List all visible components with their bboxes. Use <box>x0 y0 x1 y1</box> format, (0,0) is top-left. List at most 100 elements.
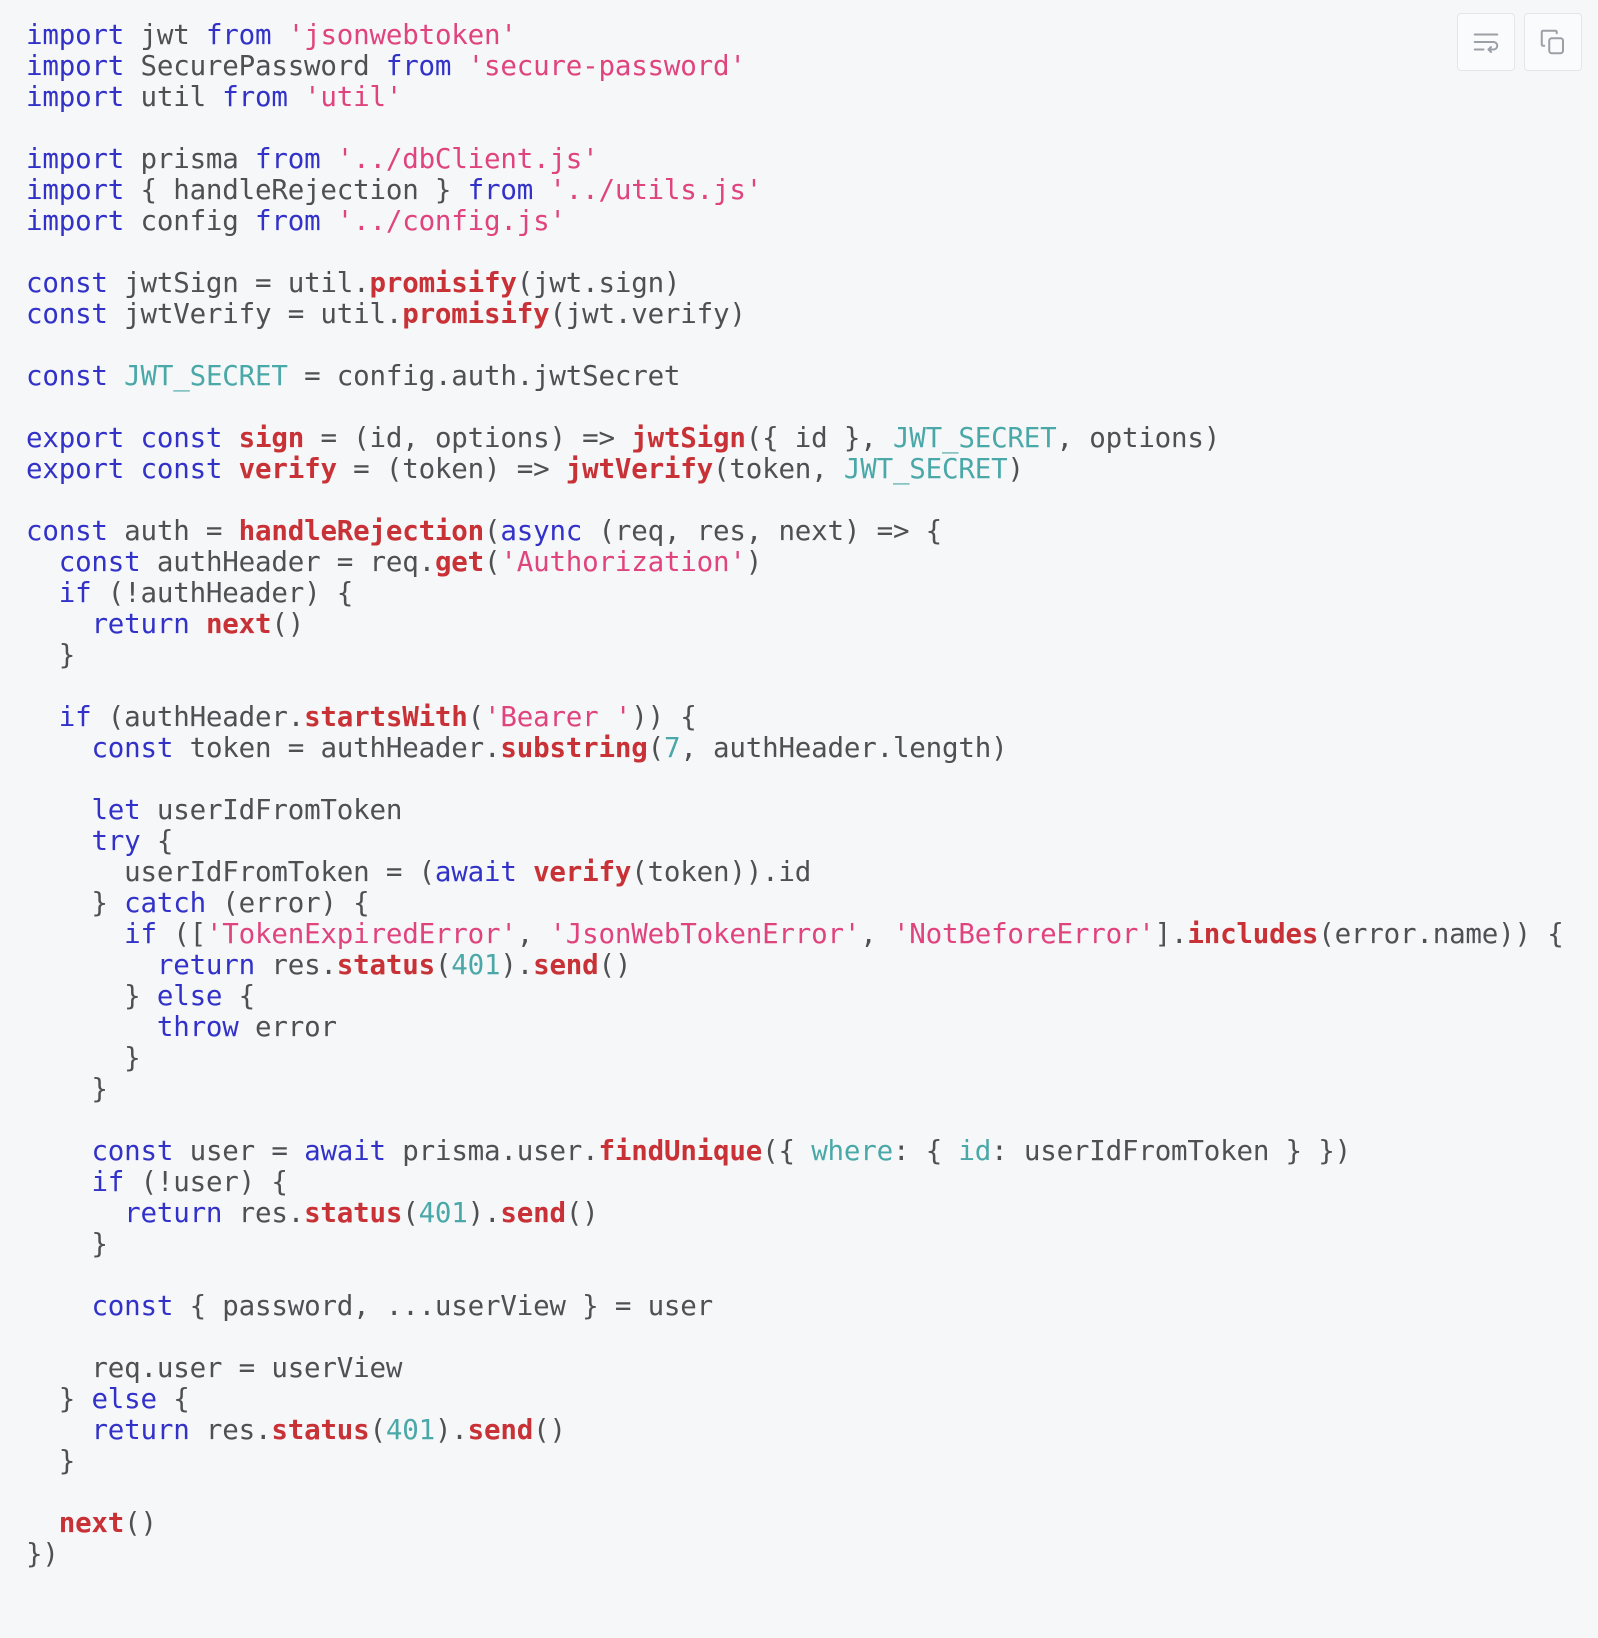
code-line: export const verify = (token) => jwtVeri… <box>26 454 1598 485</box>
code-content[interactable]: import jwt from 'jsonwebtoken' import Sec… <box>0 0 1598 1570</box>
code-token: jwtSign = util. <box>107 267 370 299</box>
code-token: jwtVerify = util. <box>107 298 403 330</box>
code-token: const <box>140 453 223 485</box>
code-token: startsWith <box>304 701 468 733</box>
code-token: jwtVerify <box>565 453 714 485</box>
code-line: const token = authHeader.substring(7, au… <box>26 733 1598 764</box>
code-token: }) <box>26 1538 59 1570</box>
toggle-word-wrap-button[interactable] <box>1457 13 1515 71</box>
code-token: ( <box>484 515 501 547</box>
code-token: (token)).id <box>631 856 812 888</box>
code-token: } <box>26 980 157 1012</box>
code-token: return <box>91 1414 190 1446</box>
code-token: : { <box>892 1135 959 1167</box>
code-token: { handleRejection } <box>124 174 468 206</box>
code-token: const <box>26 267 108 299</box>
code-token: } <box>26 1228 108 1260</box>
code-line: import jwt from 'jsonwebtoken' <box>26 20 1598 51</box>
code-token: ) <box>1007 453 1024 485</box>
source-code[interactable]: import jwt from 'jsonwebtoken' import Sec… <box>26 20 1598 1570</box>
code-line: const user = await prisma.user.findUniqu… <box>26 1136 1598 1167</box>
code-token: from <box>467 174 534 206</box>
code-line: const auth = handleRejection(async (req,… <box>26 516 1598 547</box>
code-token: (authHeader. <box>91 701 305 733</box>
code-token: { <box>222 980 256 1012</box>
code-token: jwtSign <box>631 422 746 454</box>
code-token: { password, ...userView } = user <box>173 1290 714 1322</box>
code-token: (error.name)) { <box>1318 918 1564 950</box>
code-token: 401 <box>418 1197 468 1229</box>
code-token: ( <box>467 701 485 733</box>
code-token: import <box>26 143 125 175</box>
code-token: util <box>124 81 223 113</box>
code-token: from <box>385 50 452 82</box>
code-token: prisma.user. <box>385 1135 599 1167</box>
code-token: ({ <box>762 1135 812 1167</box>
code-token: } <box>26 1383 92 1415</box>
code-line: try { <box>26 826 1598 857</box>
code-token: () <box>598 949 632 981</box>
code-line: const jwtVerify = util.promisify(jwt.ver… <box>26 299 1598 330</box>
code-token: promisify <box>402 298 550 330</box>
code-token: res. <box>255 949 337 981</box>
word-wrap-icon <box>1471 27 1501 57</box>
code-token: 'Bearer ' <box>484 701 632 733</box>
code-token: import <box>26 50 125 82</box>
code-line: } <box>26 640 1598 671</box>
code-token: throw <box>156 1011 239 1043</box>
code-token: userIdFromToken = ( <box>26 856 435 888</box>
code-token: prisma <box>124 143 255 175</box>
code-token: await <box>434 856 517 888</box>
code-token: ([ <box>156 918 206 950</box>
code-token: if <box>58 577 92 609</box>
code-line: } <box>26 1229 1598 1260</box>
code-token: includes <box>1187 918 1319 950</box>
code-line: import { handleRejection } from '../util… <box>26 175 1598 206</box>
code-token: const <box>58 546 141 578</box>
code-token: (token, <box>713 453 844 485</box>
code-token: verify <box>238 453 337 485</box>
code-token: )) { <box>631 701 697 733</box>
code-token: { <box>156 1383 190 1415</box>
code-token: return <box>124 1197 223 1229</box>
code-token: where <box>811 1135 893 1167</box>
code-line: const jwtSign = util.promisify(jwt.sign) <box>26 268 1598 299</box>
code-token: () <box>533 1414 566 1446</box>
code-token: } <box>26 1042 141 1074</box>
code-token: const <box>140 422 223 454</box>
code-line: export const sign = (id, options) => jwt… <box>26 423 1598 454</box>
copy-code-button[interactable] <box>1524 13 1582 71</box>
code-token: ( <box>434 949 452 981</box>
code-token: : userIdFromToken } }) <box>991 1135 1351 1167</box>
code-token: } <box>26 1073 108 1105</box>
code-line: return res.status(401).send() <box>26 1415 1598 1446</box>
code-token: 'jsonwebtoken' <box>287 20 517 51</box>
code-token: config <box>124 205 255 237</box>
code-token: ]. <box>1154 918 1188 950</box>
code-token: 'util' <box>304 81 403 113</box>
code-token: 401 <box>385 1414 435 1446</box>
code-line: import util from 'util' <box>26 82 1598 113</box>
code-token: (jwt.sign) <box>516 267 681 299</box>
code-token: import <box>26 205 125 237</box>
code-token: } <box>26 887 125 919</box>
code-line: } else { <box>26 981 1598 1012</box>
code-token: import <box>26 81 125 113</box>
code-token: const <box>26 515 108 547</box>
code-token: get <box>434 546 485 578</box>
code-token: () <box>271 608 305 640</box>
code-token: (jwt.verify) <box>549 298 746 330</box>
